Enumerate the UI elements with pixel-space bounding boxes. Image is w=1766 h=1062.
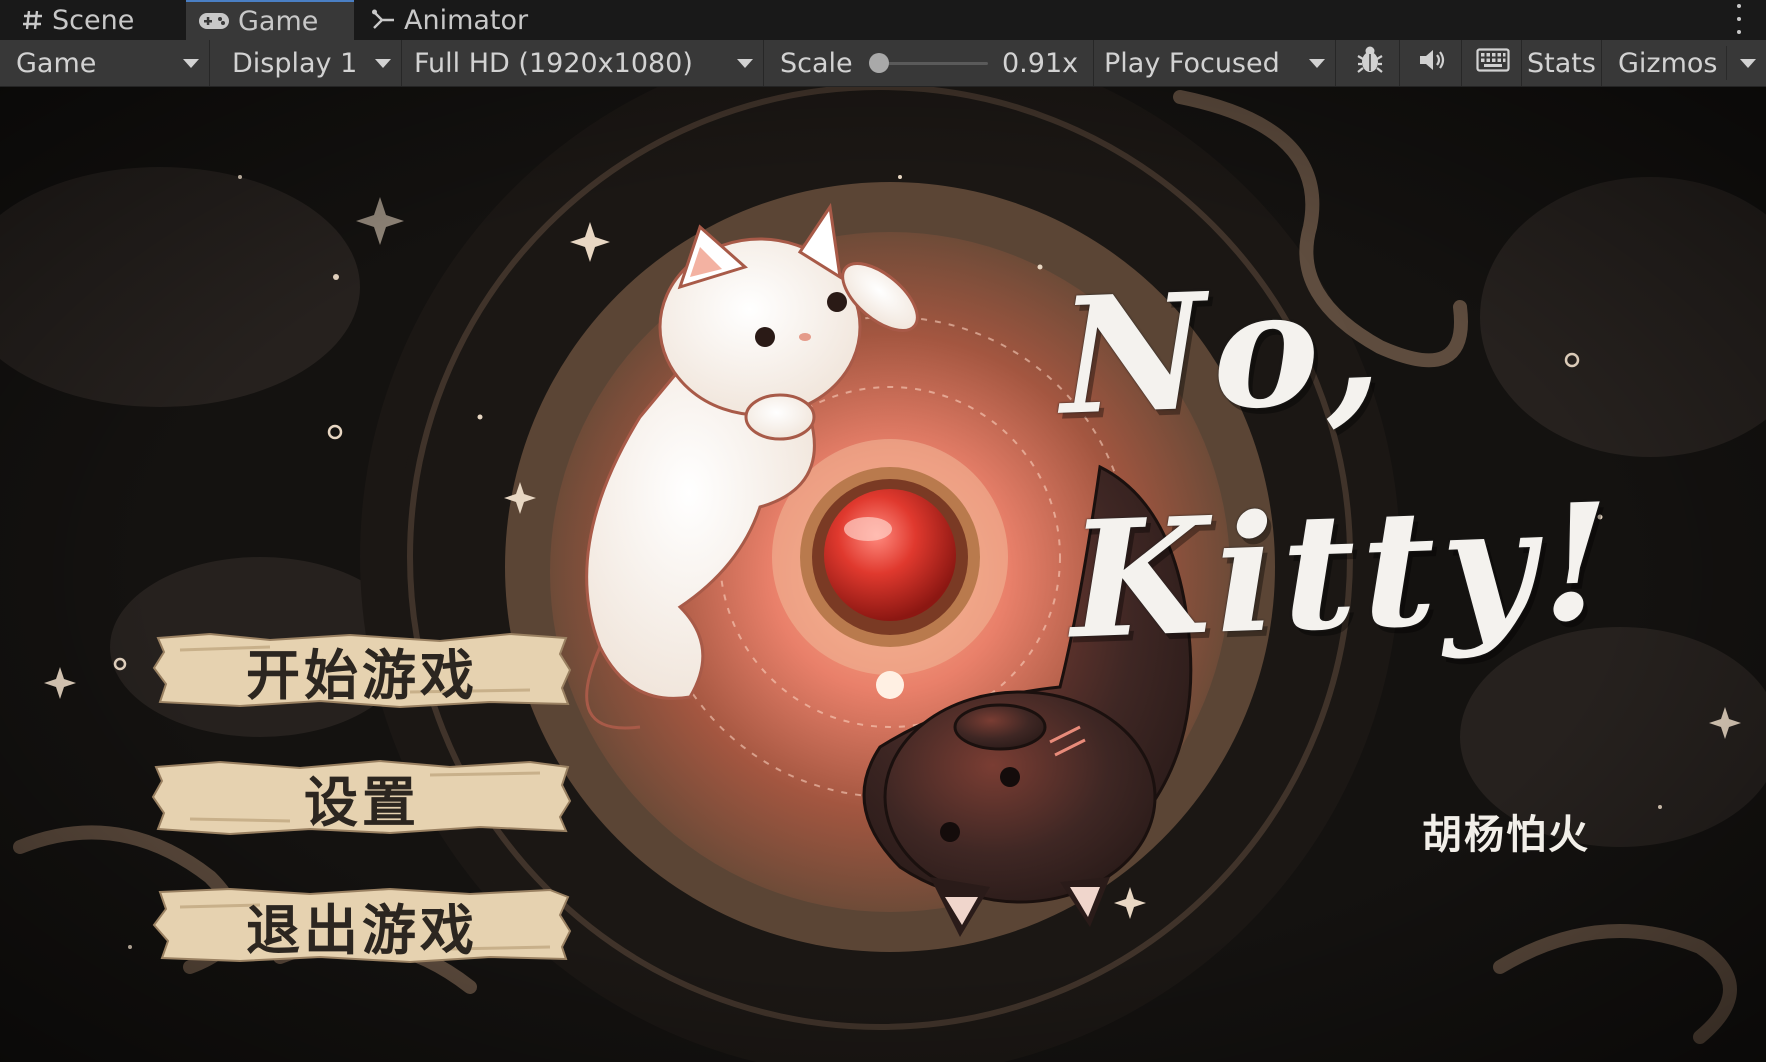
scale-control: Scale 0.91x (768, 40, 1094, 86)
display-label: Display 1 (232, 47, 358, 79)
stats-button[interactable]: Stats (1522, 40, 1602, 86)
quit-game-label: 退出游戏 (246, 898, 478, 962)
animator-branch-icon (372, 9, 396, 31)
gizmos-label: Gizmos (1618, 47, 1718, 79)
keyboard-shortcuts-button[interactable] (1464, 40, 1522, 86)
resolution-label: Full HD (1920x1080) (414, 47, 693, 79)
scale-value: 0.91x (1002, 47, 1079, 79)
tab-animator[interactable]: Animator (372, 0, 528, 40)
start-game-button[interactable]: 开始游戏 (150, 632, 574, 708)
display-dropdown[interactable]: Display 1 (214, 40, 402, 86)
scale-slider-handle[interactable] (869, 53, 889, 73)
start-game-label: 开始游戏 (246, 643, 478, 707)
game-viewport: No, Kitty! 胡杨怕火 开始游戏 设置 退出游戏 (0, 87, 1766, 1062)
resolution-dropdown[interactable]: Full HD (1920x1080) (404, 40, 764, 86)
more-options-icon[interactable] (1734, 4, 1744, 34)
audio-speaker-icon (1417, 47, 1447, 80)
scale-label: Scale (780, 47, 853, 79)
chevron-down-icon (183, 59, 199, 68)
chevron-down-icon (1309, 59, 1325, 68)
chevron-down-icon (375, 59, 391, 68)
chevron-down-icon[interactable] (1740, 59, 1756, 68)
author-credit: 胡杨怕火 (1422, 812, 1590, 858)
grid-hash-icon (22, 9, 44, 31)
view-mode-dropdown[interactable]: Game (0, 40, 210, 86)
chevron-down-icon (737, 59, 753, 68)
frame-debugger-button[interactable] (1340, 40, 1400, 86)
tab-game-label: Game (238, 5, 319, 37)
quit-game-button[interactable]: 退出游戏 (150, 887, 574, 963)
game-title-line-1: No, (1056, 251, 1390, 451)
game-view-toolbar: Game Display 1 Full HD (1920x1080) Scale… (0, 40, 1766, 87)
tab-scene-label: Scene (52, 4, 135, 36)
gamepad-icon (198, 11, 230, 31)
play-mode-label: Play Focused (1104, 47, 1280, 79)
scale-slider-track[interactable] (878, 62, 988, 65)
editor-tab-bar: Scene Game Animator (0, 0, 1766, 40)
settings-button[interactable]: 设置 (150, 759, 574, 835)
bug-icon (1354, 44, 1386, 83)
settings-label: 设置 (304, 770, 420, 834)
mute-audio-button[interactable] (1402, 40, 1462, 86)
stats-label: Stats (1527, 47, 1596, 79)
tab-scene[interactable]: Scene (22, 0, 134, 40)
game-title-line-2: Kitty! (1066, 467, 1620, 675)
gizmos-divider (1726, 46, 1727, 80)
keyboard-icon (1475, 47, 1510, 79)
tab-animator-label: Animator (404, 4, 529, 36)
view-mode-label: Game (16, 47, 97, 79)
gizmos-button[interactable]: Gizmos (1610, 40, 1766, 86)
tab-game[interactable]: Game (186, 0, 354, 40)
play-mode-dropdown[interactable]: Play Focused (1096, 40, 1336, 86)
